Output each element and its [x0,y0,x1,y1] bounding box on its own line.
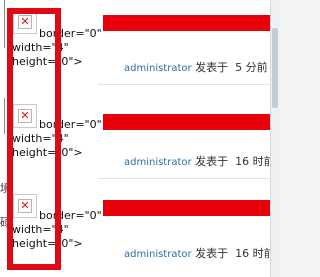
post-item[interactable]: ✕ border="0" width="4" height="0"> admin… [0,0,270,88]
thumbnail-image[interactable]: ✕ [13,104,37,128]
raw-html-text: height="0"> [12,146,83,159]
broken-image-icon: ✕ [18,15,32,29]
post-list-panel: 境 碌 ✕ border="0" width="4" height="0"> a… [0,0,270,277]
post-item[interactable]: ✕ border="0" width="4" height="0"> admin… [0,186,270,274]
scrollbar-thumb[interactable] [272,28,278,108]
post-title-link[interactable] [103,200,270,216]
raw-html-text: width="4" [12,132,69,145]
thumbnail-image[interactable]: ✕ [13,10,37,34]
thumbnail-image[interactable]: ✕ [13,194,37,218]
post-title-link[interactable] [103,114,270,130]
broken-image-icon: ✕ [18,109,32,123]
posted-label: 发表于 [195,61,229,74]
raw-html-text: width="4" [12,41,69,54]
broken-image-icon: ✕ [18,199,32,213]
raw-html-text: border="0" [39,209,102,222]
author-link[interactable]: administrator [124,157,192,168]
posted-label: 发表于 [195,155,229,168]
post-title-link[interactable] [103,15,270,31]
post-meta: administrator 发表于 16 时前 查看 [103,233,270,276]
post-item[interactable]: ✕ border="0" width="4" height="0"> admin… [0,96,270,184]
raw-html-text: height="0"> [12,55,83,68]
author-link[interactable]: administrator [124,63,192,74]
post-time: 5 分前 [235,61,268,74]
posted-label: 发表于 [195,247,229,260]
divider [98,84,270,85]
raw-html-text: border="0" [39,118,102,131]
post-time: 16 时前 [235,155,270,168]
raw-html-text: height="0"> [12,237,83,250]
author-link[interactable]: administrator [124,249,192,260]
vertical-scrollbar[interactable] [270,0,280,277]
raw-html-text: border="0" [39,27,102,40]
raw-html-text: width="4" [12,223,69,236]
post-time: 16 时前 [235,247,270,260]
divider [98,178,270,179]
